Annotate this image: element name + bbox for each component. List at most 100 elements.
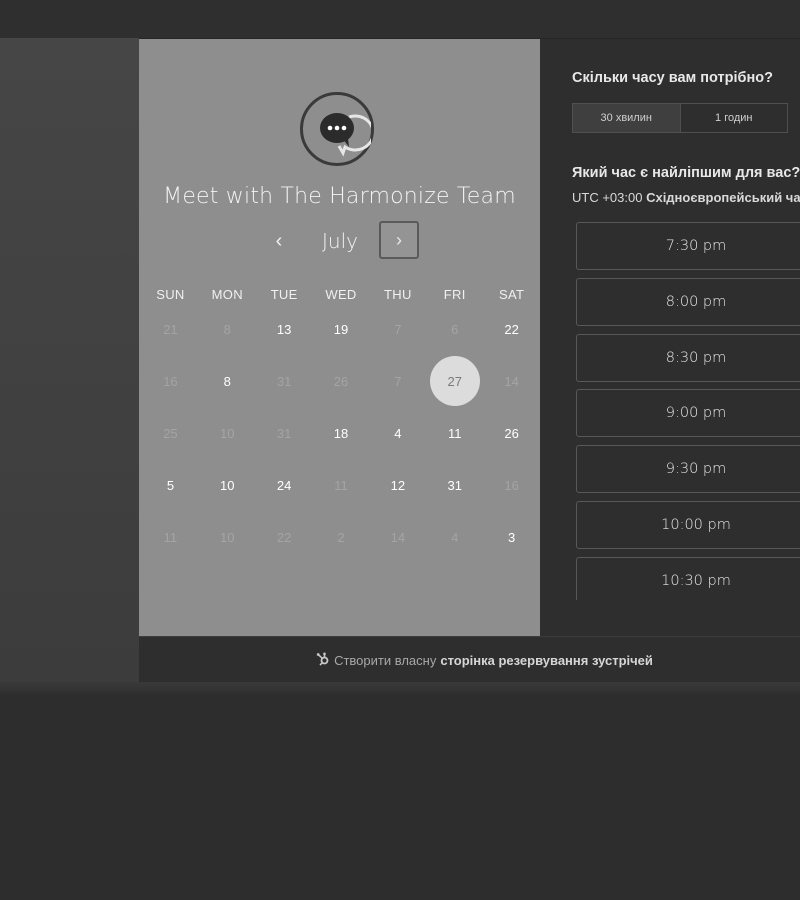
calendar-day: 11 [142,511,199,563]
calendar-day-number: 5 [166,477,175,493]
weekday-label: MON [211,287,243,302]
calendar-day-number: 12 [390,477,406,493]
calendar-day-number: 24 [276,477,292,493]
time-slot-button[interactable]: 7:30 pm [576,222,800,270]
footer-prefix: Створити власну [334,652,437,668]
calendar-day-number: 8 [223,373,231,389]
calendar-day: 10 [199,511,256,563]
background-left [0,38,139,685]
calendar-day-number: 26 [504,425,519,441]
month-navigator: ‹ July › [139,220,540,262]
calendar-day[interactable]: 11 [426,407,483,459]
duration-option-30min[interactable]: 30 хвилин [573,104,681,132]
page-shadow [0,682,800,696]
footer-bar: Створити власну сторінка резервування зу… [139,636,800,683]
calendar-day-number: 16 [163,373,178,389]
calendar-day-number: 13 [276,321,292,337]
calendar-grid: 21 8 13 19 7 6 22 16 8 31 26 7 27 14 25 10 31 18 4 11 26 5 10 2… [142,303,540,563]
time-slot-button[interactable]: 9:30 pm [576,445,800,494]
calendar-day-number: 7 [394,321,402,337]
weekday-label: SAT [498,287,525,302]
calendar-day-number: 11 [447,425,462,441]
footer-link[interactable]: сторінка резервування зустрічей [440,653,653,668]
calendar-day: 16 [483,459,540,511]
calendar-day[interactable]: 18 [313,407,370,459]
time-slot-label: 9:30 pm [665,461,727,478]
next-month-button[interactable]: › [379,221,419,259]
weekday-label: WED [325,287,357,302]
calendar-day-number: 8 [223,321,231,337]
time-slot-button[interactable]: 9:00 pm [576,389,800,438]
time-selection-panel: Скільки часу вам потрібно? 30 хвилин 1 г… [540,39,800,636]
time-slot-label: 8:30 pm [665,349,727,366]
calendar-day: 8 [199,303,256,355]
chevron-right-icon: › [396,229,402,250]
calendar-day[interactable]: 3 [483,511,540,563]
calendar-day: 25 [142,407,199,459]
calendar-day: 4 [426,511,483,563]
calendar-day-number: 3 [507,529,516,545]
duration-question: Скільки часу вам потрібно? [572,70,773,86]
calendar-day-selected[interactable]: 27 [426,355,483,407]
prev-month-button[interactable]: ‹ [263,220,295,262]
calendar-day-number: 16 [504,477,519,493]
calendar-day-number: 14 [390,529,406,545]
calendar-day-number: 26 [333,373,349,389]
time-slot-button[interactable]: 8:00 pm [576,277,800,326]
calendar-panel: Meet with The Harmonize Team ‹ July › SU… [139,39,540,636]
time-slot-button[interactable]: 8:30 pm [576,333,800,382]
calendar-day[interactable]: 12 [369,459,426,511]
calendar-day-number: 21 [163,321,178,337]
calendar-day-number: 11 [334,477,348,493]
time-slot-label: 10:00 pm [661,516,731,533]
calendar-day[interactable]: 31 [426,459,483,511]
time-slot-button[interactable]: 10:30 pm [576,556,800,600]
calendar-day[interactable]: 8 [199,355,256,407]
calendar-day: 14 [483,355,540,407]
timezone-selector[interactable]: UTC +03:00 Східноєвропейський час [572,190,800,205]
time-slot-label: 8:00 pm [665,293,727,310]
chevron-left-icon: ‹ [275,229,283,252]
calendar-day-number: 10 [220,425,235,441]
top-bar [0,0,800,39]
weekday-label: SUN [156,287,185,302]
calendar-day-number: 2 [337,529,345,545]
calendar-day[interactable]: 19 [313,303,370,355]
calendar-day[interactable]: 4 [369,407,426,459]
weekday-label: TUE [270,287,298,302]
calendar-day-number: 31 [447,477,462,493]
time-slot-list[interactable]: 7:30 pm 8:00 pm 8:30 pm 9:00 pm 9:30 pm 10:00… [576,222,800,600]
duration-toggle: 30 хвилин 1 годин [572,103,788,133]
time-slot-label: 10:30 pm [661,572,731,589]
weekday-label: FRI [443,287,466,302]
calendar-day[interactable]: 5 [142,459,199,511]
calendar-day: 31 [256,407,313,459]
calendar-day-number: 4 [451,529,459,545]
calendar-week-row: 5 10 24 11 12 31 16 [142,459,540,511]
time-slot-button[interactable]: 10:00 pm [576,500,800,549]
calendar-day-number: 31 [276,425,292,441]
calendar-day[interactable]: 26 [483,407,540,459]
calendar-day: 7 [369,355,426,407]
calendar-week-row: 11 10 22 2 14 4 3 [142,511,540,563]
calendar-day: 11 [313,459,370,511]
page-title: Meet with The Harmonize Team [163,184,516,209]
calendar-day[interactable]: 13 [256,303,313,355]
time-question: Який час є найліпшим для вас? [572,165,800,181]
calendar-week-row: 21 8 13 19 7 6 22 [142,303,540,355]
calendar-day-number: 7 [394,373,402,389]
calendar-day-number: 10 [220,529,235,545]
calendar-week-row: 16 8 31 26 7 27 14 [142,355,540,407]
calendar-day[interactable]: 24 [256,459,313,511]
calendar-day-number: 25 [163,425,178,441]
duration-option-1hour[interactable]: 1 годин [681,104,788,132]
calendar-day-number: 11 [163,529,178,545]
calendar-day-number: 4 [394,425,402,441]
calendar-day-number: 31 [276,373,292,389]
calendar-day[interactable]: 10 [199,459,256,511]
calendar-week-row: 25 10 31 18 4 11 26 [142,407,540,459]
chat-bubble-logo-icon [300,92,374,166]
timezone-name: Східноєвропейський час [646,190,800,205]
calendar-day-number: 19 [333,321,349,337]
calendar-day[interactable]: 22 [483,303,540,355]
